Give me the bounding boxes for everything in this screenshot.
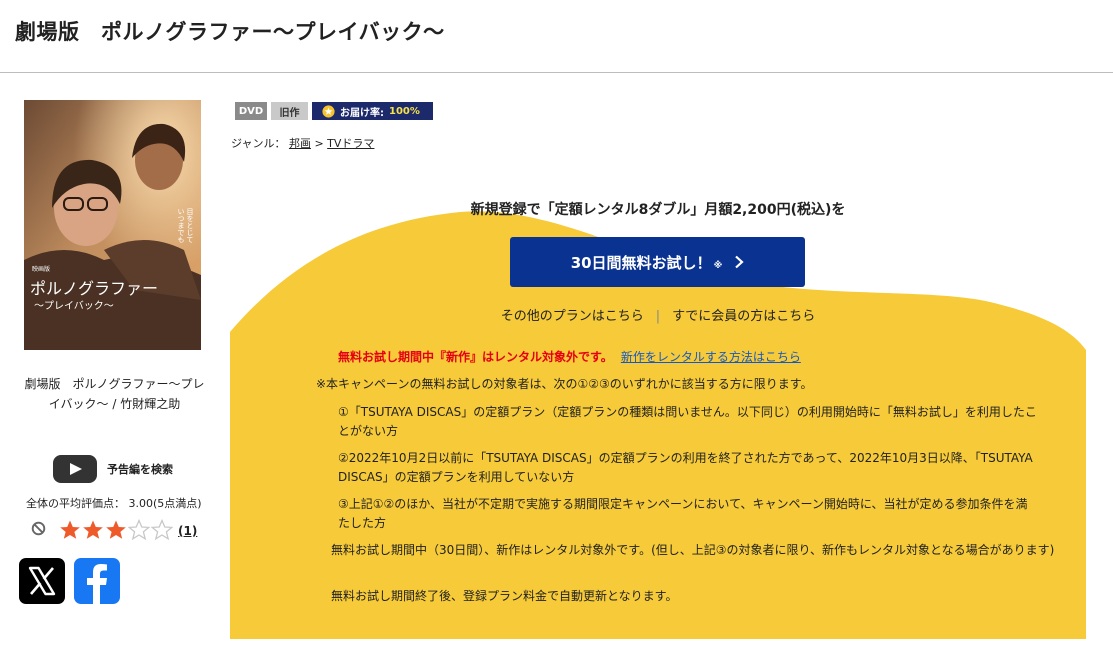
header-divider <box>0 72 1113 73</box>
plan-links: その他のプランはこちら | すでに会員の方はこちら <box>230 305 1086 324</box>
movie-poster[interactable]: 目をとじて いつまでも 映画版 ポルノグラファー 〜プレイバック〜 <box>24 100 201 350</box>
poster-tagline: 目をとじて いつまでも <box>177 208 194 243</box>
delivery-rate-value: 100% <box>389 105 420 117</box>
format-badge: DVD <box>235 102 267 120</box>
trailer-search-button[interactable]: 予告編を検索 <box>53 455 173 483</box>
star-rating <box>59 519 174 541</box>
star-empty-icon <box>128 519 150 541</box>
genre-separator: > <box>314 137 324 150</box>
campaign-eligibility-intro: ※本キャンペーンの無料お試しの対象者は、次の①②③のいずれかに該当する方に限りま… <box>316 377 813 391</box>
facebook-logo-icon <box>87 564 107 604</box>
trial-period-note: 無料お試し期間中（30日間）、新作はレンタル対象外です。(但し、上記③の対象者に… <box>331 543 1055 557</box>
plan-links-divider: | <box>655 309 661 324</box>
free-trial-note-mark: ※ <box>713 261 723 271</box>
trailer-search-label: 予告編を検索 <box>107 463 173 476</box>
delivery-rate-label: お届け率: <box>340 107 384 119</box>
star-filled-icon <box>83 520 103 539</box>
eligibility-condition-2: ②2022年10月2日以前に「TSUTAYA DISCAS」の定額プランの利用を… <box>338 451 1033 484</box>
x-share-button[interactable] <box>19 558 65 604</box>
promo-headline: 新規登録で「定額レンタル8ダブル」月額2,200円(税込)を <box>470 202 846 218</box>
delivery-rate-badge: お届け率: 100% <box>312 102 433 120</box>
star-empty-icon <box>151 519 173 541</box>
genre-breadcrumb: ジャンル： 邦画 > TVドラマ <box>231 135 374 151</box>
genre-label: ジャンル： <box>231 137 286 150</box>
video-play-icon <box>53 455 97 483</box>
poster-logo-small: 映画版 <box>32 266 51 273</box>
review-count-link[interactable]: (1) <box>178 524 197 538</box>
average-rating-text: 全体の平均評価点： 3.00(5点満点) <box>26 497 202 510</box>
page-title: 劇場版 ポルノグラファー〜プレイバック〜 <box>15 20 445 44</box>
star-filled-icon <box>60 520 80 539</box>
genre-link-tv-drama[interactable]: TVドラマ <box>327 137 374 150</box>
free-trial-button[interactable]: 30日間無料お試し！ ※ <box>510 237 805 287</box>
new-release-rental-link[interactable]: 新作をレンタルする方法はこちら <box>621 350 801 364</box>
eligibility-condition-1: ①「TSUTAYA DISCAS」の定額プラン（定額プランの種類は問いません。以… <box>338 405 1037 438</box>
release-age-badge: 旧作 <box>271 102 308 120</box>
facebook-share-button[interactable] <box>74 558 120 604</box>
x-logo-icon <box>28 566 56 596</box>
genre-link-japanese-film[interactable]: 邦画 <box>289 137 311 150</box>
other-plans-link[interactable]: その他のプランはこちら <box>501 309 644 324</box>
chevron-right-icon <box>735 255 744 269</box>
member-login-link[interactable]: すでに会員の方はこちら <box>672 309 815 324</box>
poster-logo: ポルノグラファー <box>30 279 159 298</box>
star-medal-icon <box>322 104 335 118</box>
poster-logo-subtitle: 〜プレイバック〜 <box>34 301 114 312</box>
prohibited-icon[interactable] <box>31 521 46 536</box>
movie-caption[interactable]: 劇場版 ポルノグラファー〜プレイバック〜 / 竹財輝之助 <box>22 374 207 414</box>
free-trial-label: 30日間無料お試し！ <box>570 253 712 272</box>
new-release-notice: 無料お試し期間中『新作』はレンタル対象外です。 新作をレンタルする方法はこちら <box>338 348 801 365</box>
star-filled-icon <box>106 520 126 539</box>
auto-renewal-note: 無料お試し期間終了後、登録プラン料金で自動更新となります。 <box>331 589 678 603</box>
new-release-warning: 無料お試し期間中『新作』はレンタル対象外です。 <box>338 350 613 364</box>
eligibility-condition-3: ③上記①②のほか、当社が不定期で実施する期間限定キャンペーンにおいて、キャンペー… <box>338 497 1028 530</box>
